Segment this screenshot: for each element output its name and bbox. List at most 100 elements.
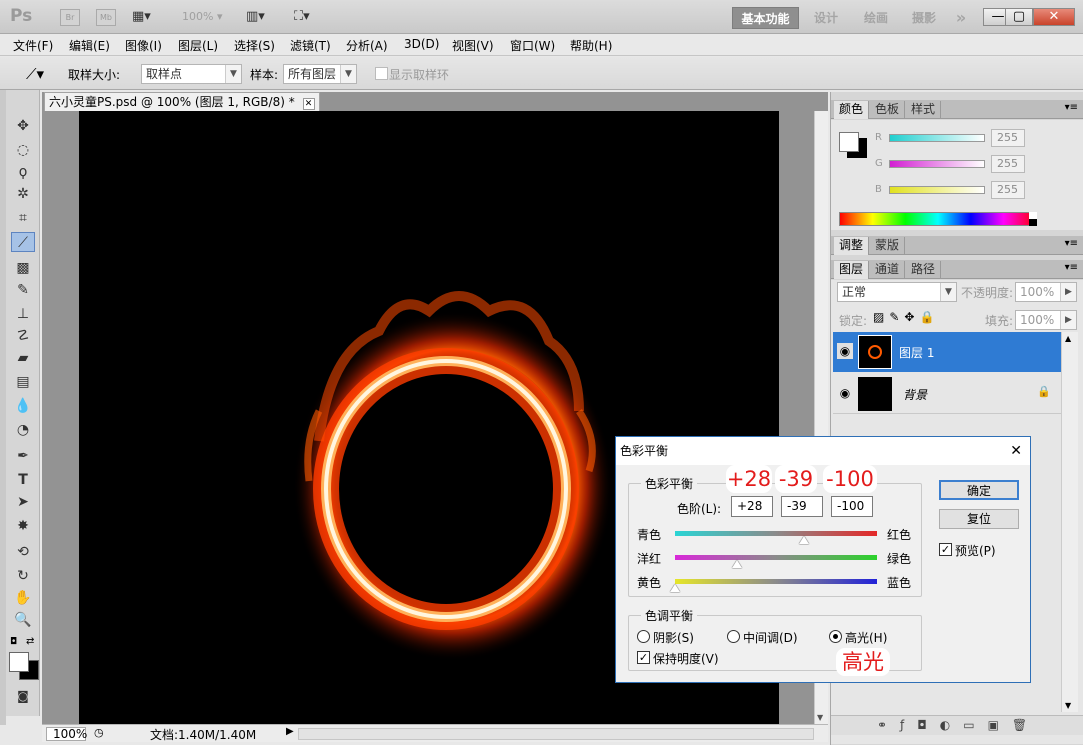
magenta-green-slider[interactable] xyxy=(675,555,877,568)
close-tab-icon[interactable]: ✕ xyxy=(302,98,315,110)
workspace-painting[interactable]: 绘画 xyxy=(856,7,896,29)
sample-size-select[interactable]: 取样点 ▼ xyxy=(141,64,242,84)
menu-3d[interactable]: 3D(D) xyxy=(404,37,439,51)
channel-g-slider[interactable] xyxy=(889,160,985,168)
brush-tool-icon[interactable]: ✎ xyxy=(11,280,35,300)
preview-label[interactable]: 预览(P) xyxy=(955,542,996,559)
quick-select-tool-icon[interactable]: ✲ xyxy=(11,184,35,204)
radio-highlights-label[interactable]: 高光(H) xyxy=(845,629,887,646)
status-menu-arrow-icon[interactable]: ▶ xyxy=(286,726,294,737)
tab-color[interactable]: 颜色 xyxy=(834,101,870,119)
menu-help[interactable]: 帮助(H) xyxy=(570,37,612,54)
color-spectrum-bar[interactable] xyxy=(839,212,1037,226)
zoom-level-select[interactable]: 100% ▾ xyxy=(182,10,222,23)
path-selection-tool-icon[interactable]: ➤ xyxy=(11,492,35,512)
ok-button[interactable]: 确定 xyxy=(939,480,1019,500)
clone-stamp-tool-icon[interactable]: ⊥ xyxy=(11,304,35,324)
tab-channels[interactable]: 通道 xyxy=(870,261,906,279)
layer-row[interactable]: ◉ 背景 🔒 xyxy=(833,374,1061,414)
menu-select[interactable]: 选择(S) xyxy=(234,37,275,54)
gradient-tool-icon[interactable]: ▤ xyxy=(11,372,35,392)
shape-tool-icon[interactable]: ✸ xyxy=(11,516,35,536)
lasso-tool-icon[interactable]: ϙ xyxy=(11,162,35,182)
workspace-photography[interactable]: 摄影 xyxy=(904,7,944,29)
scroll-down-icon[interactable]: ▼ xyxy=(817,713,823,722)
scroll-up-icon[interactable]: ▲ xyxy=(1065,334,1071,343)
close-button[interactable]: ✕ xyxy=(1033,8,1075,26)
status-info-icon[interactable]: ◷ xyxy=(94,726,104,739)
toolbar-gripper[interactable] xyxy=(0,90,6,725)
status-zoom-field[interactable]: 100% xyxy=(46,727,87,741)
menu-view[interactable]: 视图(V) xyxy=(452,37,494,54)
slider-thumb[interactable] xyxy=(731,560,742,568)
tab-masks[interactable]: 蒙版 xyxy=(870,237,906,255)
level-magenta-green-input[interactable]: -39 xyxy=(781,496,823,517)
radio-shadows[interactable] xyxy=(637,630,650,643)
preview-checkbox[interactable]: ✓ xyxy=(939,543,952,556)
preserve-luminosity-checkbox[interactable]: ✓ xyxy=(637,651,650,664)
channel-g-value[interactable]: 255 xyxy=(991,155,1025,173)
yellow-blue-slider[interactable] xyxy=(670,579,877,592)
document-tab[interactable]: 六小灵童PS.psd @ 100% (图层 1, RGB/8) * ✕ xyxy=(44,92,320,111)
lock-icons[interactable]: ▨✎✥🔒 xyxy=(873,310,939,324)
eyedropper-tool-icon[interactable]: ⟋ xyxy=(11,232,35,252)
view-extras-icon[interactable]: ▦▾ xyxy=(132,9,164,26)
blend-mode-select[interactable]: 正常 ▼ xyxy=(837,282,957,302)
fill-field[interactable]: 100% ▶ xyxy=(1015,310,1077,330)
menu-layer[interactable]: 图层(L) xyxy=(178,37,218,54)
workspace-essentials[interactable]: 基本功能 xyxy=(732,7,799,29)
quick-mask-icon[interactable]: ◙ xyxy=(11,686,35,706)
radio-midtones[interactable] xyxy=(727,630,740,643)
channel-b-slider[interactable] xyxy=(889,186,985,194)
panel-menu-icon[interactable]: ▾≡ xyxy=(1065,102,1078,113)
radio-shadows-label[interactable]: 阴影(S) xyxy=(653,629,694,646)
workspace-design[interactable]: 设计 xyxy=(806,7,846,29)
sample-select[interactable]: 所有图层 ▼ xyxy=(283,64,357,84)
3d-orbit-tool-icon[interactable]: ↻ xyxy=(11,566,35,586)
close-icon[interactable]: ✕ xyxy=(1010,437,1022,465)
more-workspaces-icon[interactable]: » xyxy=(950,7,972,29)
tool-preset-picker[interactable]: ⟋▾ xyxy=(14,63,56,85)
arrange-documents-icon[interactable]: ▥▾ xyxy=(246,9,265,24)
slider-thumb[interactable] xyxy=(799,536,810,544)
pen-tool-icon[interactable]: ✒ xyxy=(11,446,35,466)
marquee-tool-icon[interactable]: ◌ xyxy=(11,140,35,160)
channel-r-slider[interactable] xyxy=(889,134,985,142)
restore-button[interactable]: ▢ xyxy=(1005,8,1033,26)
menu-window[interactable]: 窗口(W) xyxy=(510,37,555,54)
layer-row[interactable]: ◉ 图层 1 xyxy=(833,332,1061,372)
show-ring-checkbox[interactable] xyxy=(375,67,388,80)
screen-mode-icon[interactable]: ⛶▾ xyxy=(294,9,310,24)
healing-brush-tool-icon[interactable]: ▩ xyxy=(11,258,35,278)
tab-swatches[interactable]: 色板 xyxy=(870,101,906,119)
channel-r-value[interactable]: 255 xyxy=(991,129,1025,147)
menu-analysis[interactable]: 分析(A) xyxy=(346,37,388,54)
menu-image[interactable]: 图像(I) xyxy=(125,37,162,54)
tab-styles[interactable]: 样式 xyxy=(906,101,942,119)
preserve-luminosity-label[interactable]: 保持明度(V) xyxy=(653,650,719,667)
3d-rotate-tool-icon[interactable]: ⟲ xyxy=(11,542,35,562)
panel-menu-icon[interactable]: ▾≡ xyxy=(1065,238,1078,249)
layer-actions-icons[interactable]: ⚭ƒ◘◐▭▣🗑 xyxy=(877,718,1040,732)
default-colors-icon[interactable]: ◘ xyxy=(10,637,17,647)
horizontal-scrollbar[interactable] xyxy=(298,728,814,740)
foreground-color-chip[interactable] xyxy=(839,132,859,152)
type-tool-icon[interactable]: T xyxy=(11,470,35,490)
level-cyan-red-input[interactable]: +28 xyxy=(731,496,773,517)
opacity-field[interactable]: 100% ▶ xyxy=(1015,282,1077,302)
hand-tool-icon[interactable]: ✋ xyxy=(11,588,35,608)
eraser-tool-icon[interactable]: ▰ xyxy=(11,348,35,368)
blur-tool-icon[interactable]: 💧 xyxy=(11,396,35,416)
panel-menu-icon[interactable]: ▾≡ xyxy=(1065,262,1078,273)
scroll-down-icon[interactable]: ▼ xyxy=(1065,701,1071,710)
channel-b-value[interactable]: 255 xyxy=(991,181,1025,199)
history-brush-tool-icon[interactable]: ☡ xyxy=(11,326,35,346)
mini-bridge-button[interactable]: Mb xyxy=(96,9,116,26)
visibility-eye-icon[interactable]: ◉ xyxy=(837,343,853,359)
layers-scrollbar[interactable]: ▲ ▼ xyxy=(1061,332,1078,712)
black-white-ramp[interactable] xyxy=(1029,212,1037,226)
menu-edit[interactable]: 编辑(E) xyxy=(69,37,110,54)
bridge-button[interactable]: Br xyxy=(60,9,80,26)
menu-file[interactable]: 文件(F) xyxy=(13,37,53,54)
move-tool-icon[interactable]: ✥ xyxy=(11,116,35,136)
